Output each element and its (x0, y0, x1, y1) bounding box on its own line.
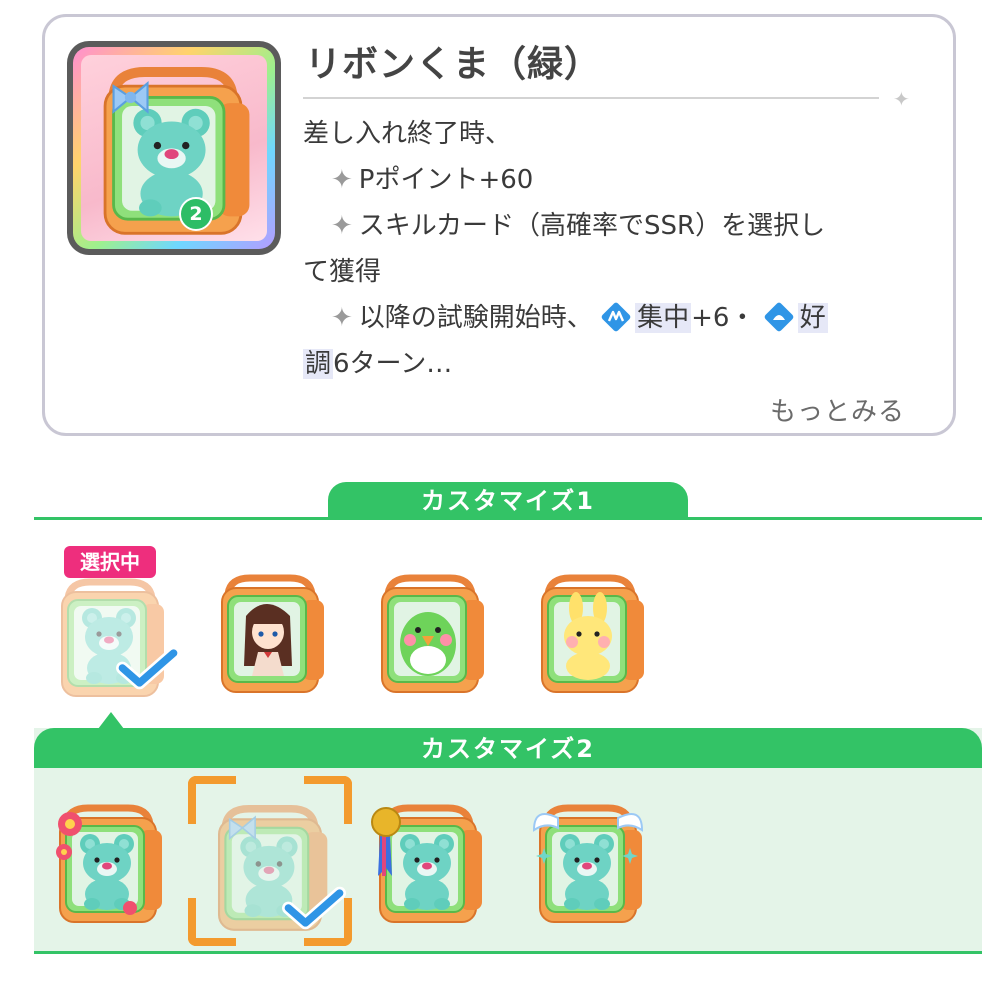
selection-bracket (188, 898, 236, 946)
good-condition-buff-icon (764, 302, 794, 332)
customize1-option-green-bear[interactable] (50, 570, 170, 700)
effect-exam-start: 以降の試験開始時、 (358, 303, 593, 333)
customize2-option-ribbon[interactable] (188, 776, 352, 946)
customize1-option-girl-doll[interactable] (210, 566, 330, 696)
customize2-divider (34, 951, 982, 954)
effect-p-point: Pポイント+60 (358, 165, 534, 195)
desc-line: て獲得 (303, 257, 382, 287)
item-description: 差し入れ終了時、 ✦ Pポイント+60 ✦ スキルカード（高確率でSSR）を選択し … (303, 111, 923, 387)
ribbon-bear-image: 2 (81, 55, 267, 241)
desc-line: ✦ スキルカード（高確率でSSR）を選択し (303, 203, 923, 249)
desc-line: 調6ターン… (303, 341, 923, 387)
customize1-option-yellow-bunny[interactable] (530, 566, 650, 696)
selection-bracket (188, 776, 236, 824)
customize2-option-medal[interactable] (368, 796, 488, 926)
desc-line: ✦ 以降の試験開始時、 集中+6・ 好 (303, 295, 923, 341)
effect-skill-card: スキルカード（高確率でSSR）を選択し (358, 211, 826, 241)
buff-good-condition: 好 (797, 303, 828, 333)
customize2-option-flower[interactable] (48, 796, 168, 926)
concentration-buff-icon (601, 302, 631, 332)
checkmark-icon (282, 886, 346, 930)
see-more-link[interactable]: もっとみる (770, 391, 905, 428)
selection-bracket (304, 776, 352, 824)
sparkle-icon: ✦ (331, 165, 353, 195)
buff-concentration-value: +6・ (691, 303, 756, 333)
sparkle-icon: ✦ (893, 87, 910, 111)
selection-pointer (98, 712, 124, 729)
buff-good-condition-cont: 調 (303, 349, 334, 379)
customize1-option-green-bird[interactable] (370, 566, 490, 696)
buff-concentration: 集中 (635, 303, 692, 333)
item-thumbnail: 2 (67, 41, 281, 255)
level-badge: 2 (179, 197, 213, 231)
customize1-header: カスタマイズ1 (328, 482, 688, 518)
sparkle-icon: ✦ (331, 303, 353, 333)
desc-line: ✦ Pポイント+60 (303, 157, 923, 203)
effect-duration: 6ターン… (333, 349, 453, 379)
title-divider (303, 97, 879, 99)
sparkle-icon: ✦ (331, 211, 353, 241)
checkmark-icon (116, 646, 180, 690)
desc-line: 差し入れ終了時、 (303, 119, 512, 149)
customize2-option-angel-wings[interactable] (528, 796, 648, 926)
item-title: リボンくま（緑） (305, 44, 602, 85)
customize2-header: カスタマイズ2 (34, 728, 982, 768)
item-detail-card: 2 リボンくま（緑） ✦ 差し入れ終了時、 ✦ Pポイント+60 ✦ スキルカード（… (42, 14, 956, 436)
